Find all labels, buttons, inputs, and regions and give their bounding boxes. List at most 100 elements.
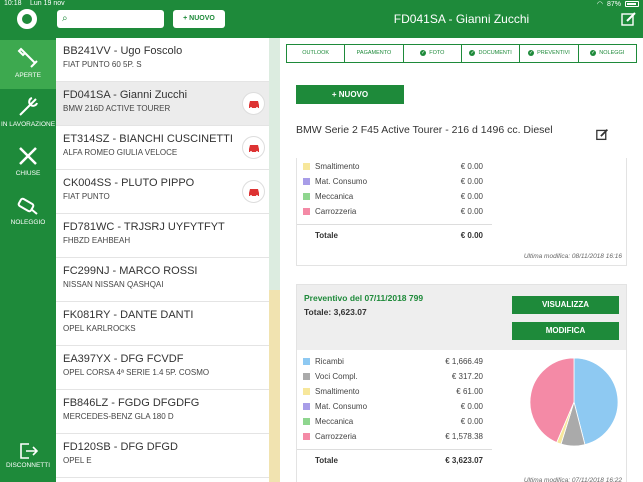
sidebar-item-chiuse[interactable]: CHIUSE — [0, 138, 56, 187]
last-modified: Ultima modifica: 07/11/2018 16:22 — [523, 477, 622, 482]
estimate-title[interactable]: Preventivo del 07/11/2018 799 — [304, 293, 423, 303]
list-item-title: FD120SB - DFG DFGD — [63, 441, 178, 453]
category-amount: € 0.00 — [460, 417, 483, 426]
estimate-total: Totale: 3,623.07 — [304, 307, 367, 317]
list-item[interactable]: FD120SB - DFG DFGD OPEL E — [56, 434, 269, 478]
status-date: Lun 19 nov — [30, 0, 65, 7]
sidebar-item-label: NOLEGGIO — [10, 219, 46, 226]
category-label: Smaltimento — [315, 387, 360, 396]
battery-icon — [625, 1, 639, 7]
category-row: Smaltimento — [303, 387, 359, 396]
category-amount: € 1,578.38 — [445, 432, 483, 441]
list-item-title: FB846LZ - FGDG DFGDFG — [63, 397, 200, 409]
category-label: Meccanica — [315, 192, 354, 201]
list-item-title: FC299NJ - MARCO ROSSI — [63, 265, 198, 277]
edit-button[interactable]: MODIFICA — [512, 322, 619, 340]
step-documenti[interactable]: ✓ DOCUMENTI — [462, 45, 521, 62]
sidebar-item-noleggio[interactable]: NOLEGGIO — [0, 187, 56, 236]
category-label: Smaltimento — [315, 162, 360, 171]
list-item[interactable]: FD041SA - Gianni Zucchi BMW 216D ACTIVE T… — [56, 82, 269, 126]
wifi-icon: ◠ — [596, 1, 603, 8]
car-badge[interactable] — [242, 92, 265, 115]
scrollbar-thumb[interactable] — [269, 38, 280, 290]
edit-vehicle-icon[interactable] — [596, 128, 609, 141]
list-item[interactable]: FB846LZ - FGDG DFGDFG MERCEDES-BENZ GLA 1… — [56, 390, 269, 434]
category-label: Voci Compl. — [315, 372, 358, 381]
list-item[interactable]: FC299NJ - MARCO ROSSI NISSAN NISSAN QASHQ… — [56, 258, 269, 302]
category-amount: € 317.20 — [451, 372, 483, 381]
search-input[interactable] — [73, 12, 161, 26]
list-item[interactable]: CK004SS - PLUTO PIPPO FIAT PUNTO — [56, 170, 269, 214]
list-item[interactable]: FD781WC - TRJSRJ UYFYTFYT FHBZD EAHBEAH — [56, 214, 269, 258]
category-row: Carrozzeria — [303, 432, 356, 441]
estimate-card-header: Preventivo del 07/11/2018 799 Totale: 3,… — [297, 285, 626, 350]
category-label: Meccanica — [315, 417, 354, 426]
step-label: PREVENTIVI — [537, 50, 570, 56]
legend-swatch — [303, 433, 310, 440]
car-badge[interactable] — [242, 136, 265, 159]
car-badge[interactable] — [242, 180, 265, 203]
estimate-pie-chart — [529, 357, 619, 447]
legend-swatch — [303, 178, 310, 185]
list-item-subtitle: BMW 216D ACTIVE TOURER — [63, 104, 171, 113]
category-row: Mat. Consumo — [303, 177, 367, 186]
category-label: Mat. Consumo — [315, 402, 368, 411]
tools-icon — [19, 147, 37, 165]
sidebar-item-aperte[interactable]: APERTE — [0, 40, 56, 89]
list-item-subtitle: FHBZD EAHBEAH — [63, 236, 131, 245]
legend-swatch — [303, 373, 310, 380]
check-icon: ✓ — [528, 49, 535, 56]
list-item[interactable]: EA397YX - DFG FCVDF OPEL CORSA 4ª SERIE 1… — [56, 346, 269, 390]
step-pagamento[interactable]: PAGAMENTO — [345, 45, 404, 62]
step-label: DOCUMENTI — [478, 50, 512, 56]
new-estimate-button[interactable]: + NUOVO — [296, 85, 404, 104]
list-item-title: ET314SZ - BIANCHI CUSCINETTI — [63, 133, 233, 145]
search-box[interactable]: ⌕ — [57, 10, 164, 28]
category-row: Voci Compl. — [303, 372, 358, 381]
list-item-subtitle: OPEL CORSA 4ª SERIE 1.4 5P. COSMO — [63, 368, 210, 377]
step-label: NOLEGGI — [599, 50, 625, 56]
sidebar-item-in-lavorazione[interactable]: IN LAVORAZIONE — [0, 89, 56, 138]
category-amount: € 0.00 — [460, 177, 483, 186]
category-label: Ricambi — [315, 357, 344, 366]
legend-swatch — [303, 403, 310, 410]
legend-swatch — [303, 208, 310, 215]
total-amount: € 0.00 — [460, 231, 483, 240]
list-item[interactable]: BB241VV - Ugo Foscolo FIAT PUNTO 60 5P. S — [56, 38, 269, 82]
category-amount: € 1,666.49 — [445, 357, 483, 366]
detail-title: FD041SA - Gianni Zucchi — [393, 12, 530, 26]
wrench-icon — [19, 97, 38, 116]
list-item-subtitle: FIAT PUNTO — [63, 192, 110, 201]
step-outlook[interactable]: OUTLOOK — [287, 45, 346, 62]
category-label: Mat. Consumo — [315, 177, 368, 186]
divider — [297, 449, 492, 450]
last-modified: Ultima modifica: 08/11/2018 16:16 — [523, 253, 622, 260]
total-label: Totale — [315, 231, 338, 240]
step-foto[interactable]: ✓ FOTO — [404, 45, 462, 62]
sidebar-item-label: IN LAVORAZIONE — [0, 121, 56, 128]
sidebar-item-label: CHIUSE — [15, 170, 41, 177]
list-item[interactable]: FK081RY - DANTE DANTI OPEL KARLROCKS — [56, 302, 269, 346]
list-item-subtitle: NISSAN NISSAN QASHQAI — [63, 280, 164, 289]
new-job-button[interactable]: + NUOVO — [173, 10, 225, 28]
sidebar-item-label: APERTE — [15, 72, 41, 79]
list-item[interactable]: ET314SZ - BIANCHI CUSCINETTI ALFA ROMEO G… — [56, 126, 269, 170]
category-amount: € 0.00 — [460, 402, 483, 411]
logout-button[interactable]: DISCONNETTI — [0, 440, 56, 478]
car-icon — [249, 145, 259, 153]
step-preventivi[interactable]: ✓ PREVENTIVI — [520, 45, 579, 62]
edit-icon[interactable] — [621, 11, 637, 27]
category-label: Carrozzeria — [315, 207, 357, 216]
vehicle-description: BMW Serie 2 F45 Active Tourer - 216 d 14… — [296, 124, 553, 136]
estimate-card: Preventivo del 07/11/2018 799 Totale: 3,… — [296, 284, 627, 482]
step-label: PAGAMENTO — [356, 50, 392, 56]
view-button[interactable]: VISUALIZZA — [512, 296, 619, 314]
category-row: Smaltimento — [303, 162, 359, 171]
legend-swatch — [303, 163, 310, 170]
list-item-title: BB241VV - Ugo Foscolo — [63, 45, 183, 57]
total-amount: € 3,623.07 — [445, 456, 483, 465]
step-noleggi[interactable]: ✓ NOLEGGI — [579, 45, 636, 62]
detail-panel: OUTLOOK PAGAMENTO ✓ FOTO ✓ DOCUMENTI ✓ PREVENTI… — [280, 38, 643, 482]
check-icon: ✓ — [590, 49, 597, 56]
list-item-subtitle: OPEL E — [63, 456, 92, 465]
